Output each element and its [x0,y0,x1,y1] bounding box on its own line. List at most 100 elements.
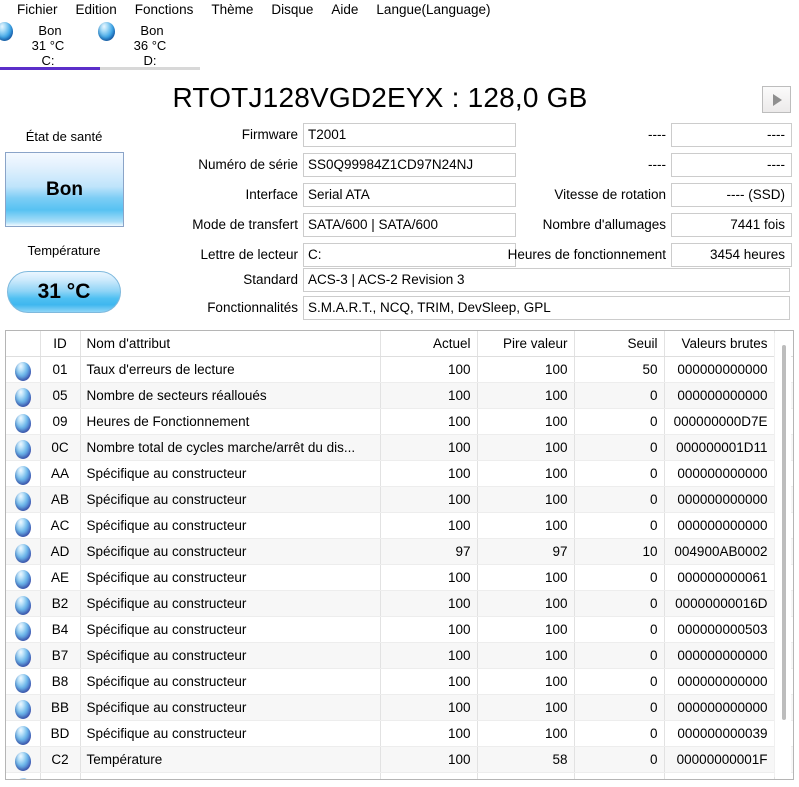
table-row[interactable]: 09 Heures de Fonctionnement 100 100 0 0000000… [6,408,793,435]
menu-item-fonctions[interactable]: Fonctions [126,0,203,20]
table-row[interactable]: AE Spécifique au constructeur 100 100 0 00000… [6,564,793,591]
smart-attributes-table: ID Nom d'attribut Actuel Pire valeur Seu… [6,331,793,779]
table-row[interactable]: AC Spécifique au constructeur 100 100 0 00000… [6,512,793,539]
attribute-name: Spécifique au constructeur [79,512,380,539]
table-row[interactable]: AA Spécifique au constructeur 100 100 0 00000… [6,460,793,487]
drive-tab-c[interactable]: Bon 31 °C C: [0,20,100,70]
table-row[interactable]: B4 Spécifique au constructeur 100 100 0 00000… [6,616,793,643]
table-row[interactable]: 0C Nombre total de cycles marche/arrêt du… [6,434,793,461]
attribute-status-led-icon [14,699,31,719]
field-unknown-2-value[interactable]: ---- [671,153,792,177]
drive-tab-c-status: Bon [38,23,62,38]
attribute-status-led-icon [14,673,31,693]
attribute-raw: 000000000039 [663,720,774,747]
attribute-status-led-cell [6,486,40,513]
field-features-value[interactable]: S.M.A.R.T., NCQ, TRIM, DevSleep, GPL [303,296,790,320]
health-status-value: Bon [46,178,83,200]
table-row[interactable]: C4Nombre d'opérations de réallocation (r… [6,772,793,779]
table-row[interactable]: 01 Taux d'erreurs de lecture 100 100 50 00000… [6,356,793,383]
field-rotation-rate-value[interactable]: ---- (SSD) [671,183,792,207]
col-header-worst[interactable]: Pire valeur [476,331,574,357]
attribute-status-led-icon [14,465,31,485]
table-row[interactable]: AD Spécifique au constructeur 97 97 10 004900… [6,538,793,565]
col-header-current[interactable]: Actuel [379,331,477,357]
col-header-raw[interactable]: Valeurs brutes [663,331,774,357]
attribute-threshold: 10 [573,538,664,565]
table-row[interactable]: BB Spécifique au constructeur 100 100 0 00000… [6,694,793,721]
temperature-badge[interactable]: 31 °C [7,271,121,313]
drive-tab-d-indicator [100,67,200,70]
attribute-status-led-icon [14,361,31,381]
col-header-name[interactable]: Nom d'attribut [79,331,380,357]
attribute-worst: 100 [476,616,574,643]
field-drive-letter-value[interactable]: C: [303,243,516,267]
col-header-threshold[interactable]: Seuil [573,331,664,357]
attribute-name: Spécifique au constructeur [79,486,380,513]
attribute-id: 05 [39,382,80,409]
attribute-status-led-icon [14,543,31,563]
attribute-worst: 100 [476,408,574,435]
field-serial-number-value[interactable]: SS0Q99984Z1CD97N24NJ [303,153,516,177]
menu-item-edition[interactable]: Edition [67,0,126,20]
attribute-worst: 100 [476,382,574,409]
menu-item-fichier[interactable]: Fichier [8,0,67,20]
attribute-threshold: 0 [573,772,664,779]
table-row[interactable]: 05 Nombre de secteurs réalloués 100 100 0 000… [6,382,793,409]
col-header-id[interactable]: ID [39,331,80,357]
field-unknown-1-value[interactable]: ---- [671,123,792,147]
field-drive-letter-label: Lettre de lecteur [200,247,298,262]
field-power-on-hours-value[interactable]: 3454 heures [671,243,792,267]
temperature-value: 31 °C [37,280,91,303]
scrollbar-thumb[interactable] [782,345,786,720]
attribute-status-led-icon [14,387,31,407]
table-vertical-scrollbar[interactable] [774,333,791,777]
attribute-current: 100 [379,772,477,779]
menu-item-aide[interactable]: Aide [322,0,367,20]
health-status-badge[interactable]: Bon [5,152,124,227]
table-row[interactable]: C2 Température 100 58 0 00000000001F [6,746,793,773]
attribute-worst: 100 [476,772,574,779]
field-interface-value[interactable]: Serial ATA [303,183,516,207]
menu-item-theme[interactable]: Thème [202,0,262,20]
table-row[interactable]: BD Spécifique au constructeur 100 100 0 00000… [6,720,793,747]
attribute-name: Spécifique au constructeur [79,668,380,695]
attribute-threshold: 0 [573,720,664,747]
table-row[interactable]: B2 Spécifique au constructeur 100 100 0 00000… [6,590,793,617]
field-standard-value[interactable]: ACS-3 | ACS-2 Revision 3 [303,268,790,292]
table-row[interactable]: AB Spécifique au constructeur 100 100 0 00000… [6,486,793,513]
col-header-led[interactable] [6,331,40,357]
attribute-status-led-icon [14,517,31,537]
attribute-status-led-cell [6,382,40,409]
table-row[interactable]: B7 Spécifique au constructeur 100 100 0 00000… [6,642,793,669]
attribute-id: AC [39,512,80,539]
attribute-status-led-icon [14,751,31,771]
drive-tab-d[interactable]: Bon 36 °C D: [98,20,200,70]
attribute-status-led-icon [14,725,31,745]
attribute-current: 100 [379,746,477,773]
attribute-worst: 100 [476,434,574,461]
attribute-threshold: 0 [573,668,664,695]
field-power-on-count-value[interactable]: 7441 fois [671,213,792,237]
field-firmware-value[interactable]: T2001 [303,123,516,147]
attribute-status-led-icon [14,777,31,779]
attribute-name: Spécifique au constructeur [79,616,380,643]
attribute-current: 100 [379,512,477,539]
smart-table-body: 01 Taux d'erreurs de lecture 100 100 50 00000… [6,356,793,779]
attribute-raw: 000000000000 [663,356,774,383]
refresh-play-button[interactable] [762,86,791,113]
attribute-current: 100 [379,382,477,409]
attribute-status-led-icon [14,413,31,433]
attribute-status-led-cell [6,616,40,643]
attribute-worst: 100 [476,512,574,539]
attribute-current: 100 [379,486,477,513]
attribute-threshold: 0 [573,642,664,669]
play-triangle-icon [773,93,782,106]
attribute-id: 09 [39,408,80,435]
attribute-status-led-icon [14,439,31,459]
attribute-threshold: 50 [573,356,664,383]
table-row[interactable]: B8 Spécifique au constructeur 100 100 0 00000… [6,668,793,695]
attribute-name: Spécifique au constructeur [79,564,380,591]
menu-item-langue[interactable]: Langue(Language) [367,0,499,20]
menu-item-disque[interactable]: Disque [262,0,322,20]
field-transfer-mode-value[interactable]: SATA/600 | SATA/600 [303,213,516,237]
